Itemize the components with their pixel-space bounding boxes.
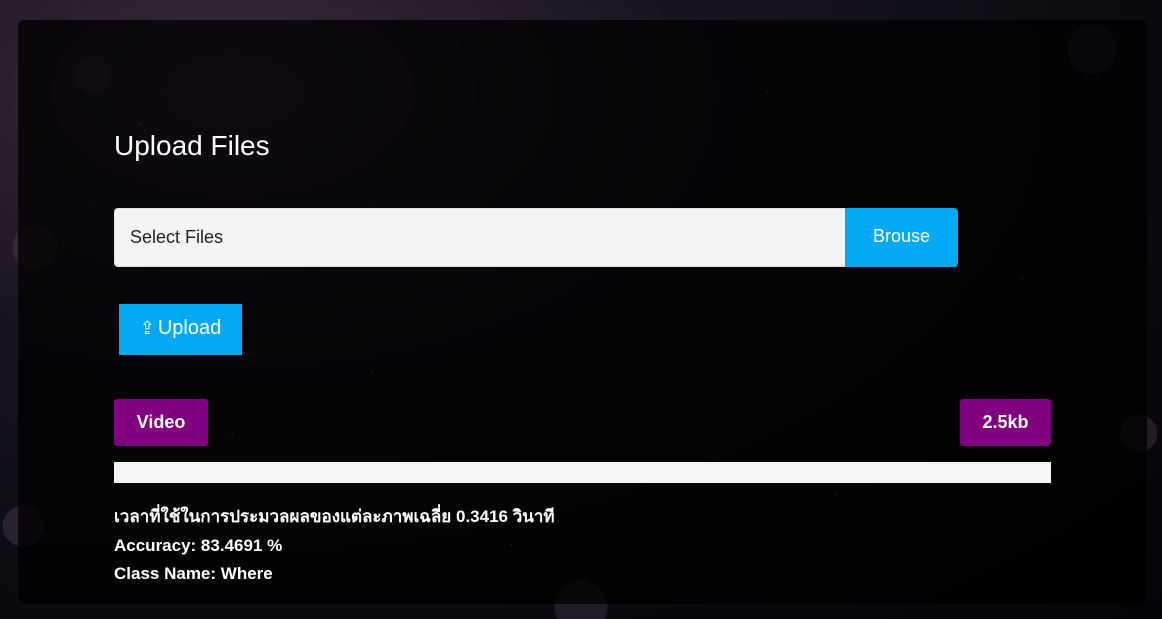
upload-panel: Upload Files Select Files Brouse ⇪ Uploa…	[18, 20, 1147, 604]
upload-icon: ⇪	[139, 317, 155, 338]
processing-time-text: เวลาที่ใช้ในการประมวลผลของแต่ละภาพเฉลี่ย…	[114, 507, 555, 526]
class-name-text: Class Name: Where	[114, 564, 273, 583]
browse-button[interactable]: Brouse	[845, 208, 958, 267]
upload-button-label: Upload	[157, 316, 222, 339]
file-select-placeholder: Select Files	[130, 227, 224, 247]
accuracy-text: Accuracy: 83.4691 %	[114, 535, 283, 555]
file-picker: Select Files Brouse	[114, 208, 958, 267]
results-block: เวลาที่ใช้ในการประมวลผลของแต่ละภาพเฉลี่ย…	[114, 503, 555, 589]
upload-button[interactable]: ⇪ Upload	[119, 304, 242, 355]
page-title: Upload Files	[114, 130, 270, 161]
file-size-badge: 2.5kb	[960, 399, 1051, 446]
file-select-field[interactable]: Select Files	[114, 208, 845, 267]
upload-progress-bar	[114, 462, 1051, 483]
file-type-badge: Video	[114, 399, 208, 446]
